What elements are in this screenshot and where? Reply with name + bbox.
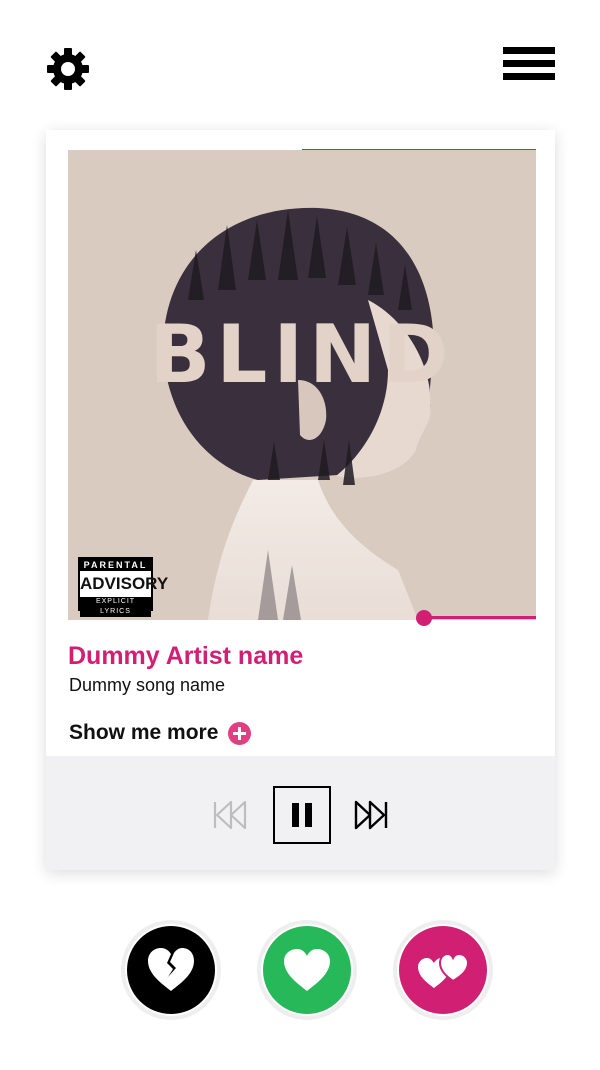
parental-advisory-label: PARENTAL ADVISORY EXPLICIT LYRICS bbox=[78, 557, 168, 617]
rating-actions bbox=[0, 920, 600, 1020]
dislike-button[interactable] bbox=[121, 920, 221, 1020]
like-circle bbox=[263, 926, 351, 1014]
like-button[interactable] bbox=[257, 920, 357, 1020]
cover-title: BLIND bbox=[149, 308, 455, 401]
player-controls bbox=[46, 756, 555, 870]
show-more-button[interactable]: Show me more bbox=[69, 719, 252, 747]
hamburger-menu-icon[interactable] bbox=[503, 47, 555, 83]
album-cover: BLIND PARENTAL ADVISORY EXPLICIT LYRICS bbox=[68, 150, 536, 620]
progress-handle[interactable] bbox=[416, 610, 432, 626]
show-more-label: Show me more bbox=[69, 721, 219, 744]
dislike-circle bbox=[127, 926, 215, 1014]
top-bar bbox=[0, 0, 600, 130]
pause-icon bbox=[305, 803, 312, 827]
pause-icon bbox=[292, 803, 299, 827]
artist-name: Dummy Artist name bbox=[68, 642, 304, 670]
heart-icon bbox=[284, 949, 330, 991]
now-playing-card: BLIND PARENTAL ADVISORY EXPLICIT LYRICS … bbox=[46, 130, 555, 870]
plus-circle-icon bbox=[228, 721, 252, 745]
skip-next-icon[interactable] bbox=[353, 800, 389, 830]
skip-previous-icon[interactable] bbox=[212, 800, 248, 830]
love-circle bbox=[399, 926, 487, 1014]
progress-track[interactable] bbox=[424, 616, 536, 619]
double-heart-icon bbox=[418, 952, 470, 988]
pause-button[interactable] bbox=[273, 786, 331, 844]
love-button[interactable] bbox=[393, 920, 493, 1020]
broken-heart-icon bbox=[148, 948, 194, 991]
gear-icon[interactable] bbox=[45, 46, 91, 92]
song-name: Dummy song name bbox=[69, 675, 226, 695]
